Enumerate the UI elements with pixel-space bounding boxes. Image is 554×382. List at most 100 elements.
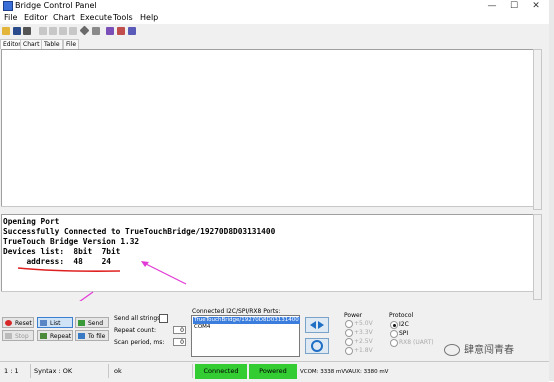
- refresh-button[interactable]: [305, 338, 329, 354]
- save-icon[interactable]: [13, 27, 21, 35]
- chart-icon[interactable]: [106, 27, 114, 35]
- send-button[interactable]: Send: [75, 317, 109, 328]
- print-icon[interactable]: [23, 27, 31, 35]
- console-line: Devices list: 8bit 7bit: [3, 247, 121, 256]
- minimize-button[interactable]: —: [481, 0, 503, 12]
- repeat-icon: [40, 333, 47, 339]
- vaux-readout: VAUX: 3380 mV: [345, 369, 389, 375]
- window-title: Bridge Control Panel: [15, 1, 97, 10]
- cursor-position: 1 : 1: [2, 364, 31, 378]
- list-button[interactable]: List: [37, 317, 73, 328]
- watermark-text: 肆意闯青春: [464, 345, 514, 356]
- menu-chart[interactable]: Chart: [53, 13, 75, 22]
- cut-icon[interactable]: [39, 27, 47, 35]
- reset-label: Reset: [15, 320, 32, 327]
- refresh-icon: [311, 340, 323, 352]
- list-icon: [40, 320, 47, 326]
- repeat-label: Repeat: [50, 333, 72, 340]
- watermark: 肆意闯青春: [444, 341, 514, 356]
- power-radio-3v3[interactable]: [345, 329, 353, 337]
- ports-label: Connected I2C/SPI/RX8 Ports:: [192, 308, 281, 315]
- protocol-radio-rx8[interactable]: [390, 339, 398, 347]
- bridge-control-panel-window: Bridge Control Panel — ☐ ✕ File Editor C…: [0, 0, 554, 382]
- table-icon[interactable]: [117, 27, 125, 35]
- to-file-icon: [78, 333, 85, 339]
- vcom-readout: VCOM: 3338 mV: [300, 369, 346, 375]
- connect-toggle-button[interactable]: [305, 317, 329, 333]
- menu-execute[interactable]: Execute: [80, 13, 112, 22]
- close-button[interactable]: ✕: [525, 0, 547, 12]
- protocol-i2c-label: I2C: [399, 321, 409, 328]
- powered-indicator: Powered: [249, 364, 297, 379]
- console-horizontal-scrollbar[interactable]: [1, 291, 533, 300]
- grid-icon[interactable]: [128, 27, 136, 35]
- tab-strip: Editor Chart Table File: [0, 38, 549, 49]
- title-bar: Bridge Control Panel — ☐ ✕: [0, 0, 549, 12]
- port-item-com4[interactable]: COM4: [193, 324, 211, 331]
- scan-period-input[interactable]: 0: [173, 338, 186, 346]
- menu-editor[interactable]: Editor: [24, 13, 48, 22]
- diamond-icon[interactable]: [79, 25, 90, 36]
- stop-label: Stop: [15, 333, 29, 340]
- menu-file[interactable]: File: [4, 13, 17, 22]
- output-console: Opening Port Successfully Connected to T…: [1, 214, 535, 293]
- power-2v5-label: +2.5V: [354, 338, 373, 345]
- ports-list[interactable]: TrueTouchBridge/19270D8D03131400 COM4: [191, 315, 300, 357]
- power-5v-label: +5.0V: [354, 320, 373, 327]
- script-editor[interactable]: [1, 49, 535, 210]
- tab-chart[interactable]: Chart: [20, 39, 43, 49]
- to-file-label: To file: [88, 333, 106, 340]
- send-all-strings-label: Send all strings:: [114, 315, 163, 322]
- protocol-spi-label: SPI: [399, 330, 409, 337]
- undo-icon[interactable]: [69, 27, 77, 35]
- app-icon: [3, 1, 13, 11]
- port-item-bridge[interactable]: TrueTouchBridge/19270D8D03131400: [193, 317, 300, 324]
- console-line: TrueTouch Bridge Version 1.32: [3, 237, 140, 246]
- console-line-address: address: 48 24: [3, 257, 111, 266]
- list-label: List: [50, 320, 61, 327]
- reset-button[interactable]: Reset: [2, 317, 34, 328]
- stop-button[interactable]: Stop: [2, 330, 34, 341]
- power-1v8-label: +1.8V: [354, 347, 373, 354]
- console-line: Opening Port: [3, 217, 60, 226]
- protocol-radio-i2c[interactable]: [390, 321, 398, 329]
- send-label: Send: [88, 320, 104, 327]
- tab-table[interactable]: Table: [41, 39, 63, 49]
- send-icon: [78, 320, 85, 326]
- stop-icon: [5, 333, 12, 339]
- power-radio-5v[interactable]: [345, 320, 353, 328]
- protocol-label: Protocol: [389, 312, 414, 319]
- tab-file[interactable]: File: [63, 39, 80, 49]
- menu-help[interactable]: Help: [140, 13, 158, 22]
- console-line: Successfully Connected to TrueTouchBridg…: [3, 227, 276, 236]
- toolbar: [0, 24, 549, 39]
- editor-vertical-scrollbar[interactable]: [533, 49, 542, 210]
- syntax-status: Syntax : OK: [32, 364, 109, 378]
- connected-indicator: Connected: [195, 364, 247, 379]
- to-file-button[interactable]: To file: [75, 330, 109, 341]
- list-icon[interactable]: [92, 27, 100, 35]
- repeat-count-label: Repeat count:: [114, 327, 156, 334]
- reset-icon: [5, 320, 12, 326]
- paste-icon[interactable]: [59, 27, 67, 35]
- protocol-radio-spi[interactable]: [390, 330, 398, 338]
- console-vertical-scrollbar[interactable]: [533, 214, 542, 300]
- open-folder-icon[interactable]: [2, 27, 10, 35]
- protocol-rx8-label: RX8 (UART): [399, 339, 434, 346]
- maximize-button[interactable]: ☐: [503, 0, 525, 12]
- status-bar: 1 : 1 Syntax : OK ok Connected Powered V…: [0, 361, 549, 382]
- send-all-strings-checkbox[interactable]: [159, 314, 168, 323]
- chat-bubble-icon: [444, 344, 460, 356]
- power-label: Power: [344, 312, 363, 319]
- power-3v3-label: +3.3V: [354, 329, 373, 336]
- power-radio-1v8[interactable]: [345, 347, 353, 355]
- power-radio-2v5[interactable]: [345, 338, 353, 346]
- status-message: ok: [112, 364, 193, 378]
- repeat-button[interactable]: Repeat: [37, 330, 73, 341]
- repeat-count-input[interactable]: 0: [173, 326, 186, 334]
- menu-bar: File Editor Chart Execute Tools Help: [0, 12, 549, 24]
- scan-period-label: Scan period, ms:: [114, 339, 165, 346]
- menu-tools[interactable]: Tools: [113, 13, 133, 22]
- copy-icon[interactable]: [49, 27, 57, 35]
- arrows-icon: [310, 321, 324, 329]
